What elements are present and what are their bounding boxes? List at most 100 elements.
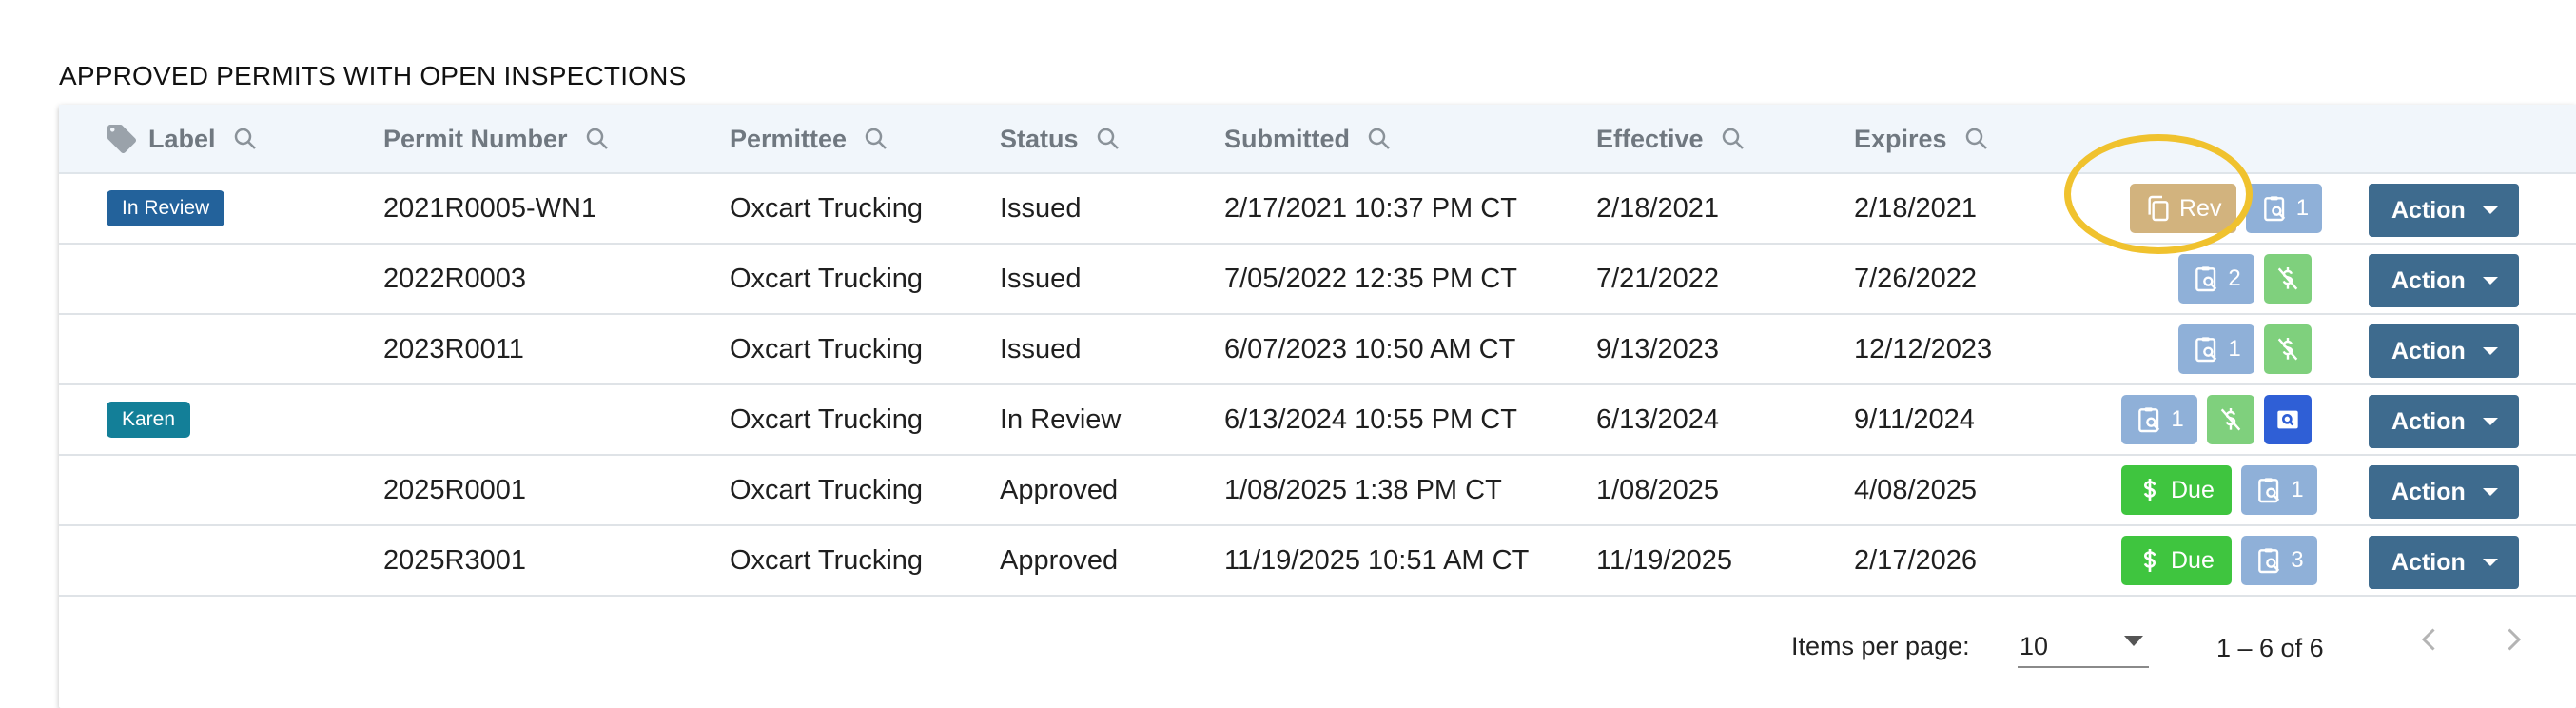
dollar-slash-icon [2220,408,2241,431]
submitted-cell: 6/07/2023 10:50 AM CT [1224,333,1516,364]
column-label-text: Permit Number [383,124,568,153]
action-label: Action [2391,337,2466,364]
label-chip-karen[interactable]: Karen [107,402,191,438]
permittee-cell: Oxcart Trucking [730,474,924,505]
action-dropdown-button[interactable]: Action [2369,536,2519,589]
fee-due-button[interactable]: Due [2121,465,2232,515]
status-cell: Issued [1000,263,1082,294]
action-label: Action [2391,478,2466,505]
table-row[interactable]: Karen Oxcart Trucking In Review 6/13/202… [59,385,2576,456]
column-header-permittee[interactable]: Permittee [730,122,890,156]
caret-down-icon [2483,559,2498,566]
column-header-permit-number[interactable]: Permit Number [383,122,612,156]
clipboard-search-icon [2195,266,2217,292]
column-header-expires[interactable]: Expires [1854,122,1991,156]
permittee-cell: Oxcart Trucking [730,192,924,224]
column-header-label[interactable]: Label [105,122,260,156]
row-indicators: 1 [2121,385,2312,454]
action-dropdown-button[interactable]: Action [2369,254,2519,307]
search-icon[interactable] [1365,125,1394,153]
search-icon[interactable] [1962,125,1991,153]
status-cell: Issued [1000,192,1082,224]
inspection-count: 3 [2291,547,2304,573]
permit-number-cell[interactable]: 2025R3001 [383,526,526,595]
inspections-button[interactable]: 3 [2240,536,2317,585]
search-icon[interactable] [231,125,260,153]
submitted-cell: 2/17/2021 10:37 PM CT [1224,192,1517,224]
column-header-effective[interactable]: Effective [1596,122,1747,156]
permit-number-cell[interactable]: 2021R0005-WN1 [383,174,596,243]
permittee-cell: Oxcart Trucking [730,403,924,435]
review-document-button[interactable] [2264,395,2312,444]
chevron-left-icon[interactable] [2412,622,2447,657]
caret-down-icon [2483,418,2498,425]
submitted-cell: 11/19/2025 10:51 AM CT [1224,544,1530,576]
action-dropdown-button[interactable]: Action [2369,324,2519,378]
inspection-count: 1 [2291,477,2304,502]
status-cell: Approved [1000,544,1119,576]
action-dropdown-button[interactable]: Action [2369,395,2519,448]
items-per-page-label: Items per page: [1791,632,1970,660]
page-size-underline [2018,666,2149,668]
fee-due-button[interactable]: Due [2121,536,2232,585]
row-indicators: 1 [2178,315,2312,384]
dollar-slash-icon [2277,338,2298,361]
effective-cell: 2/18/2021 [1596,192,1720,224]
table-row[interactable]: 2025R3001 Oxcart Trucking Approved 11/19… [59,526,2576,597]
submitted-cell: 6/13/2024 10:55 PM CT [1224,403,1517,435]
column-label-text: Label [148,124,216,153]
column-header-status[interactable]: Status [1000,122,1122,156]
inspections-button[interactable]: 1 [2178,324,2254,374]
effective-cell: 6/13/2024 [1596,403,1720,435]
dollar-icon [2143,549,2156,572]
status-cell: In Review [1000,403,1122,435]
chevron-right-icon[interactable] [2496,622,2530,657]
page-title: APPROVED PERMITS WITH OPEN INSPECTIONS [59,61,687,90]
table-row[interactable]: 2022R0003 Oxcart Trucking Issued 7/05/20… [59,245,2576,315]
action-label: Action [2391,196,2466,224]
submitted-cell: 1/08/2025 1:38 PM CT [1224,474,1502,505]
action-dropdown-button[interactable]: Action [2369,184,2519,237]
search-icon[interactable] [1094,125,1122,153]
inspections-button[interactable]: 1 [2121,395,2197,444]
permittee-cell: Oxcart Trucking [730,333,924,364]
column-label-text: Submitted [1224,124,1350,153]
column-label-text: Effective [1596,124,1704,153]
table-row[interactable]: 2023R0011 Oxcart Trucking Issued 6/07/20… [59,315,2576,385]
tag-icon [107,125,136,153]
caret-down-icon [2483,277,2498,285]
inspections-button[interactable]: 2 [2178,254,2254,304]
inspections-button[interactable]: 1 [2240,465,2317,515]
permit-number-cell[interactable]: 2025R0001 [383,456,526,524]
column-header-submitted[interactable]: Submitted [1224,122,1394,156]
page-size-select[interactable]: 10 [2020,632,2048,661]
caret-down-icon[interactable] [2124,636,2143,646]
table-row[interactable]: 2025R0001 Oxcart Trucking Approved 1/08/… [59,456,2576,526]
due-label: Due [2171,546,2215,574]
search-icon[interactable] [583,125,612,153]
search-icon[interactable] [1719,125,1747,153]
fee-paid-button[interactable] [2264,254,2312,304]
effective-cell: 11/19/2025 [1596,544,1732,576]
inspection-count: 2 [2228,266,2241,291]
expires-cell: 4/08/2025 [1854,474,1978,505]
permit-number-cell[interactable]: 2022R0003 [383,245,526,313]
clipboard-search-icon [2263,196,2285,222]
action-dropdown-button[interactable]: Action [2369,465,2519,519]
inspection-count: 1 [2228,336,2241,362]
permittee-cell: Oxcart Trucking [730,544,924,576]
row-indicators: Due 1 [2121,456,2317,524]
label-chip-in-review[interactable]: In Review [107,190,225,226]
search-icon[interactable] [862,125,890,153]
fee-paid-button[interactable] [2264,324,2312,374]
expires-cell: 7/26/2022 [1854,263,1978,294]
caret-down-icon [2483,488,2498,496]
label-cell: In Review [107,174,225,243]
fee-paid-button[interactable] [2207,395,2254,444]
expires-cell: 2/18/2021 [1854,192,1978,224]
inspections-button[interactable]: 1 [2246,184,2323,233]
highlight-circle [2064,134,2253,254]
clipboard-search-icon [2258,548,2280,574]
permit-number-cell[interactable]: 2023R0011 [383,315,524,384]
permittee-cell: Oxcart Trucking [730,263,924,294]
